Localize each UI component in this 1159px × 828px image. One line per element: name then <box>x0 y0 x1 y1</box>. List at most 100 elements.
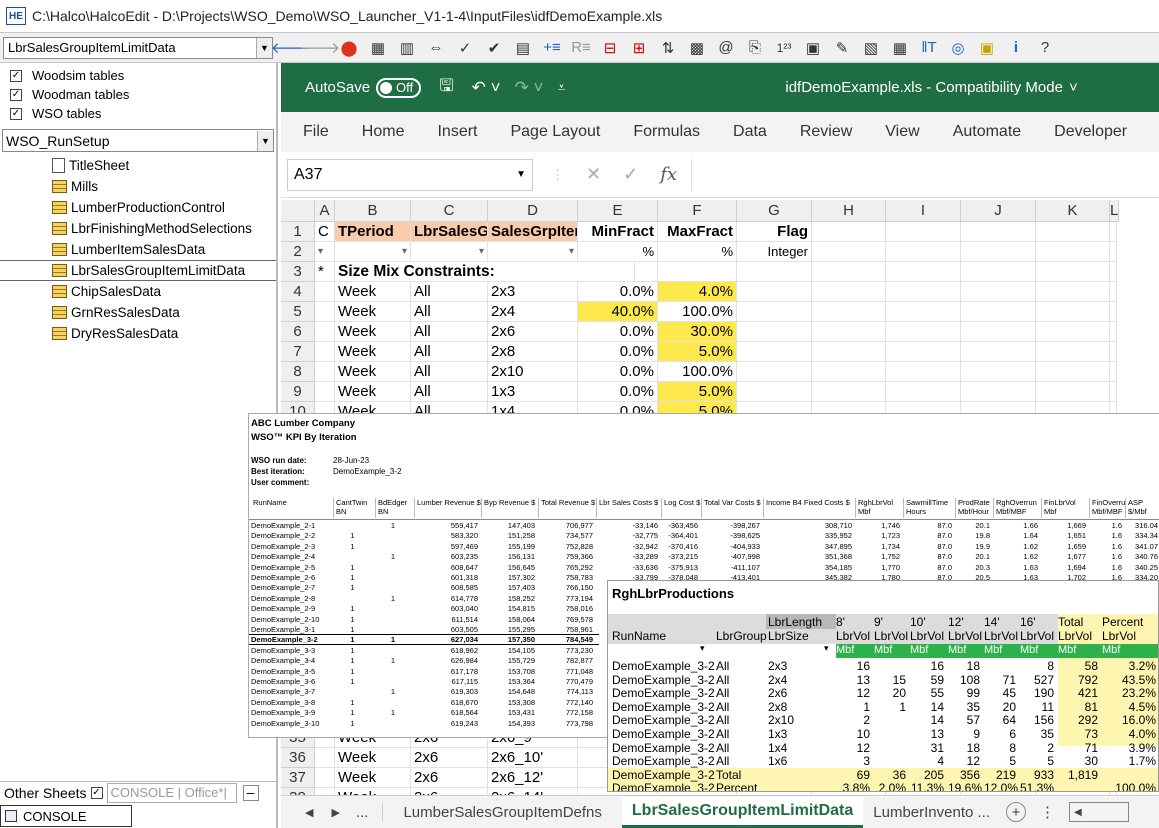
cell[interactable]: Week <box>335 362 411 382</box>
cell[interactable] <box>1036 242 1110 262</box>
tree-item-chipsalesdata[interactable]: ChipSalesData <box>0 281 276 302</box>
cell[interactable]: 4.0% <box>658 282 737 302</box>
checkbox-icon[interactable]: ✓ <box>10 88 22 101</box>
tree-item-lumberproductioncontrol[interactable]: LumberProductionControl <box>0 197 276 218</box>
cell[interactable] <box>1036 322 1110 342</box>
ribbon-tab-home[interactable]: Home <box>362 123 405 141</box>
column-header[interactable]: I <box>886 200 961 222</box>
cell[interactable] <box>886 382 961 402</box>
cell[interactable]: Week <box>335 302 411 322</box>
cell[interactable] <box>961 342 1036 362</box>
stop-icon[interactable]: ⬤ <box>339 38 359 58</box>
column-header[interactable]: C <box>411 200 488 222</box>
cell[interactable]: ▾ <box>488 242 578 262</box>
cell[interactable] <box>315 382 335 402</box>
tab-next-icon[interactable]: ▶ <box>331 806 339 819</box>
cell[interactable]: Week <box>335 342 411 362</box>
cell[interactable] <box>886 262 961 282</box>
check-icon[interactable]: ✔ <box>484 38 504 58</box>
cell[interactable]: 5.0% <box>658 382 737 402</box>
chevron-down-icon[interactable]: ▼ <box>516 169 526 180</box>
tree-item-titlesheet[interactable]: TitleSheet <box>0 155 276 176</box>
cell[interactable]: ▾ <box>315 242 335 262</box>
cell[interactable]: 2x6_10' <box>488 748 578 768</box>
row-header[interactable]: 8 <box>281 362 315 382</box>
cell[interactable] <box>737 382 812 402</box>
horizontal-scrollbar[interactable]: ◀ <box>1069 802 1129 822</box>
image-icon[interactable]: ▧ <box>861 38 881 58</box>
cell[interactable] <box>961 242 1036 262</box>
sheet-tab-lumbersalesgroupitemdefns[interactable]: LumberSalesGroupItemDefns <box>382 803 621 821</box>
tree-item-dryressalesdata[interactable]: DryResSalesData <box>0 323 276 344</box>
chevron-down-icon[interactable]: ▼ <box>256 37 272 58</box>
chevron-down-icon[interactable]: ▼ <box>257 130 273 151</box>
formula-input[interactable] <box>691 158 1159 191</box>
cell[interactable] <box>315 788 335 795</box>
cell[interactable]: MaxFract <box>658 222 737 242</box>
cell[interactable] <box>886 282 961 302</box>
cell[interactable] <box>315 322 335 342</box>
cell[interactable] <box>1110 302 1117 322</box>
column-header[interactable]: F <box>658 200 737 222</box>
chevron-down-icon[interactable]: ▾ <box>824 643 829 654</box>
row-header[interactable]: 36 <box>281 748 315 768</box>
tree-item-lbrsalesgroupitemlimitdata[interactable]: LbrSalesGroupItemLimitData <box>0 260 276 281</box>
cell[interactable] <box>1110 222 1117 242</box>
ribbon-tab-page-layout[interactable]: Page Layout <box>510 123 600 141</box>
at-icon[interactable]: @ <box>716 38 736 58</box>
back-arrow-icon[interactable]: 🡐 <box>271 38 311 58</box>
cell[interactable] <box>961 302 1036 322</box>
cell[interactable] <box>315 282 335 302</box>
cell[interactable]: All <box>411 362 488 382</box>
cell[interactable] <box>737 262 812 282</box>
cell[interactable] <box>737 282 812 302</box>
cell[interactable] <box>886 242 961 262</box>
cell[interactable] <box>812 362 886 382</box>
cell[interactable] <box>1110 322 1117 342</box>
cell[interactable] <box>886 302 961 322</box>
ribbon-tab-automate[interactable]: Automate <box>953 123 1021 141</box>
tree-item-lbrfinishingmethodselections[interactable]: LbrFinishingMethodSelections <box>0 218 276 239</box>
tree-item-mills[interactable]: Mills <box>0 176 276 197</box>
cell[interactable]: All <box>411 302 488 322</box>
swap-icon[interactable]: ⇔ <box>426 38 446 58</box>
cell[interactable]: All <box>411 282 488 302</box>
row-header[interactable]: 1 <box>281 222 315 242</box>
checkbox-icon[interactable]: ✓ <box>10 107 22 120</box>
cell[interactable]: 0.0% <box>578 382 658 402</box>
text-icon[interactable]: ‖T <box>919 38 939 58</box>
cell[interactable] <box>1036 282 1110 302</box>
cell[interactable]: ▾ <box>411 242 488 262</box>
cell[interactable] <box>886 342 961 362</box>
tree-item-grnressalesdata[interactable]: GrnResSalesData <box>0 302 276 323</box>
copy-icon[interactable]: ⎘ <box>745 38 765 58</box>
minimize-icon[interactable]: – <box>242 784 259 801</box>
check-wso[interactable]: ✓ WSO tables <box>0 104 276 123</box>
column-header[interactable]: B <box>335 200 411 222</box>
cell[interactable]: % <box>658 242 737 262</box>
cell[interactable]: C <box>315 222 335 242</box>
cell[interactable]: SalesGrpItem <box>488 222 578 242</box>
cell[interactable]: LbrSalesGrp <box>411 222 488 242</box>
column-header[interactable]: D <box>488 200 578 222</box>
cell[interactable] <box>1110 382 1117 402</box>
cell[interactable] <box>1036 262 1110 282</box>
ribbon-tab-review[interactable]: Review <box>800 123 852 141</box>
cell[interactable] <box>1110 362 1117 382</box>
cell[interactable] <box>1036 382 1110 402</box>
column-header[interactable]: E <box>578 200 658 222</box>
chevron-down-icon[interactable]: ˅ <box>1069 79 1078 96</box>
undo-icon[interactable]: ↶ ˅ <box>472 78 501 98</box>
cancel-icon[interactable]: ✕ <box>586 164 601 185</box>
cell[interactable] <box>961 262 1036 282</box>
cell[interactable]: 0.0% <box>578 342 658 362</box>
cell[interactable]: 0.0% <box>578 282 658 302</box>
row-header[interactable]: 5 <box>281 302 315 322</box>
function-icon[interactable]: fx <box>660 164 677 185</box>
table-select[interactable]: LbrSalesGroupItemLimitData ▼ <box>3 36 273 59</box>
refresh-list-icon[interactable]: R≡ <box>571 38 591 58</box>
row-header[interactable]: 2 <box>281 242 315 262</box>
cell[interactable] <box>812 222 886 242</box>
cell[interactable]: Week <box>335 768 411 788</box>
tab-prev-icon[interactable]: ◀ <box>305 806 313 819</box>
